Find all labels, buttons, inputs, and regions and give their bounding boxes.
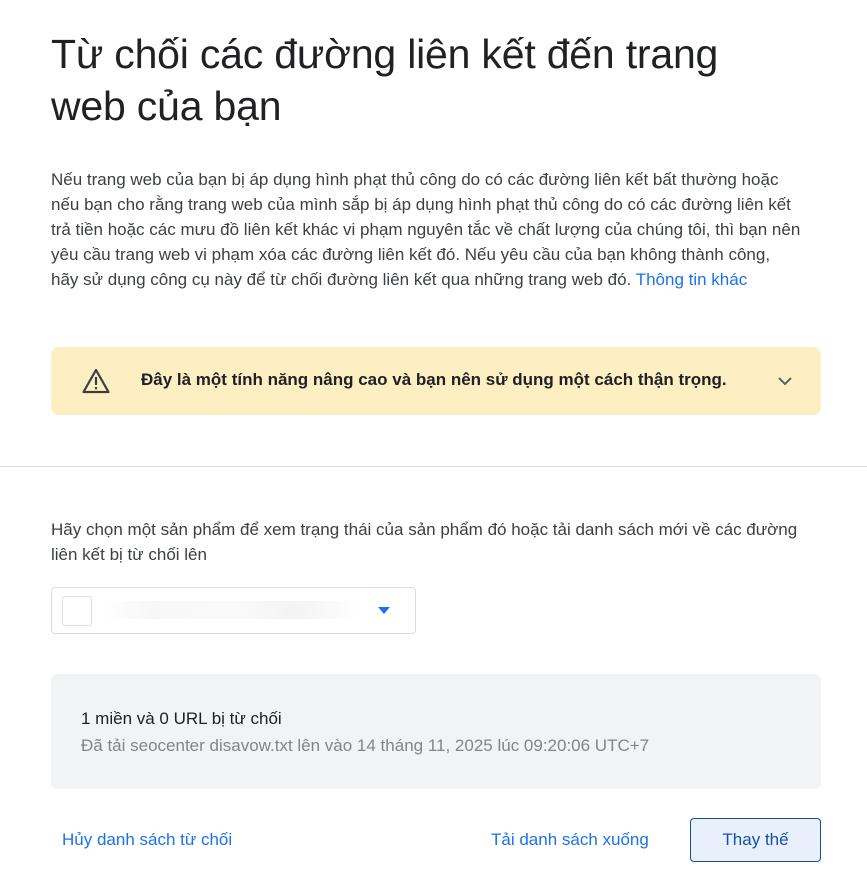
warning-banner[interactable]: Đây là một tính năng nâng cao và bạn nên… (51, 347, 821, 415)
disavow-links-page: Từ chối các đường liên kết đến trang web… (0, 0, 867, 888)
download-list-button[interactable]: Tải danh sách xuống (491, 830, 649, 850)
selected-property-value (100, 601, 360, 619)
upload-detail: Đã tải seocenter disavow.txt lên vào 14 … (81, 736, 650, 755)
chevron-down-icon[interactable] (775, 371, 795, 391)
dropdown-arrow-icon[interactable] (378, 607, 390, 614)
intro-paragraph: Nếu trang web của bạn bị áp dụng hình ph… (51, 167, 801, 292)
section-divider (0, 466, 867, 467)
product-select-prompt: Hãy chọn một sản phẩm để xem trạng thái … (51, 520, 798, 564)
disavow-summary: 1 miền và 0 URL bị từ chối (81, 709, 282, 728)
page-title: Từ chối các đường liên kết đến trang web… (51, 31, 719, 129)
cancel-disavow-button[interactable]: Hủy danh sách từ chối (62, 830, 232, 850)
warning-triangle-icon (82, 368, 110, 394)
disavow-status-panel: 1 miền và 0 URL bị từ chối Đã tải seocen… (51, 674, 821, 789)
warning-text: Đây là một tính năng nâng cao và bạn nên… (141, 370, 727, 389)
site-favicon-icon (62, 596, 92, 626)
more-info-link[interactable]: Thông tin khác (636, 270, 748, 289)
product-select[interactable] (51, 587, 416, 634)
replace-button[interactable]: Thay thế (690, 818, 821, 862)
